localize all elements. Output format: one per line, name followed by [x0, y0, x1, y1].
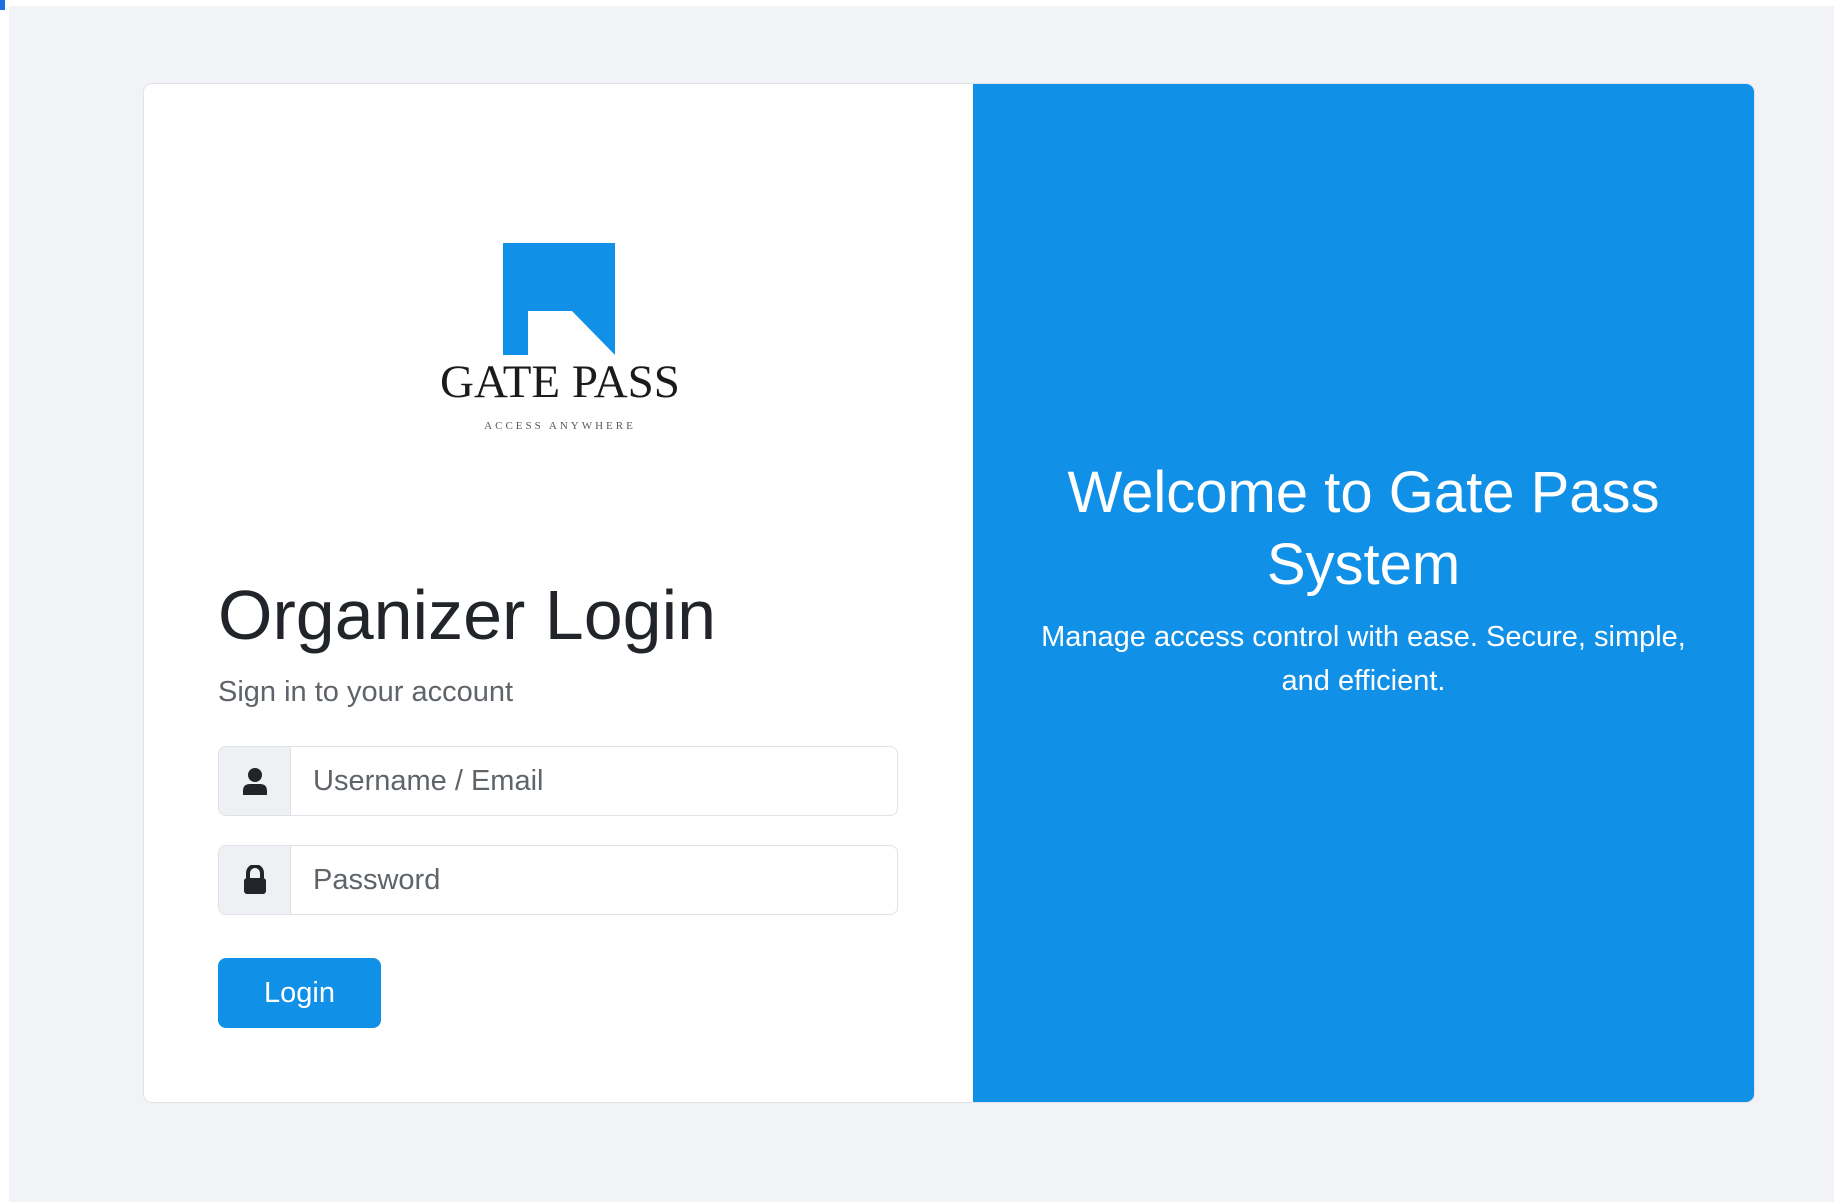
welcome-block: Welcome to Gate Pass System Manage acces…	[973, 457, 1754, 703]
focus-indicator	[0, 0, 5, 10]
logo-name: GATE PASS	[440, 356, 680, 408]
logo-tagline: ACCESS ANYWHERE	[484, 420, 636, 432]
welcome-panel: Welcome to Gate Pass System Manage acces…	[973, 84, 1754, 1102]
page-title: Organizer Login	[218, 576, 717, 654]
welcome-title: Welcome to Gate Pass System	[1067, 460, 1660, 597]
lock-icon	[219, 846, 291, 914]
login-button[interactable]: Login	[218, 958, 381, 1028]
page-subtitle: Sign in to your account	[218, 676, 514, 708]
welcome-text: Manage access control with ease. Secure,…	[1041, 621, 1686, 697]
username-input[interactable]	[291, 747, 897, 815]
login-panel: GATE PASS ACCESS ANYWHERE Organizer Logi…	[144, 84, 973, 1102]
left-edge	[0, 0, 9, 1202]
user-icon	[219, 747, 291, 815]
username-group	[218, 746, 898, 816]
page: GATE PASS ACCESS ANYWHERE Organizer Logi…	[0, 0, 1834, 1202]
top-edge	[0, 0, 1834, 6]
password-group	[218, 845, 898, 915]
login-card: GATE PASS ACCESS ANYWHERE Organizer Logi…	[143, 83, 1755, 1103]
password-input[interactable]	[291, 846, 897, 914]
gate-pass-logo: GATE PASS ACCESS ANYWHERE	[430, 243, 690, 433]
